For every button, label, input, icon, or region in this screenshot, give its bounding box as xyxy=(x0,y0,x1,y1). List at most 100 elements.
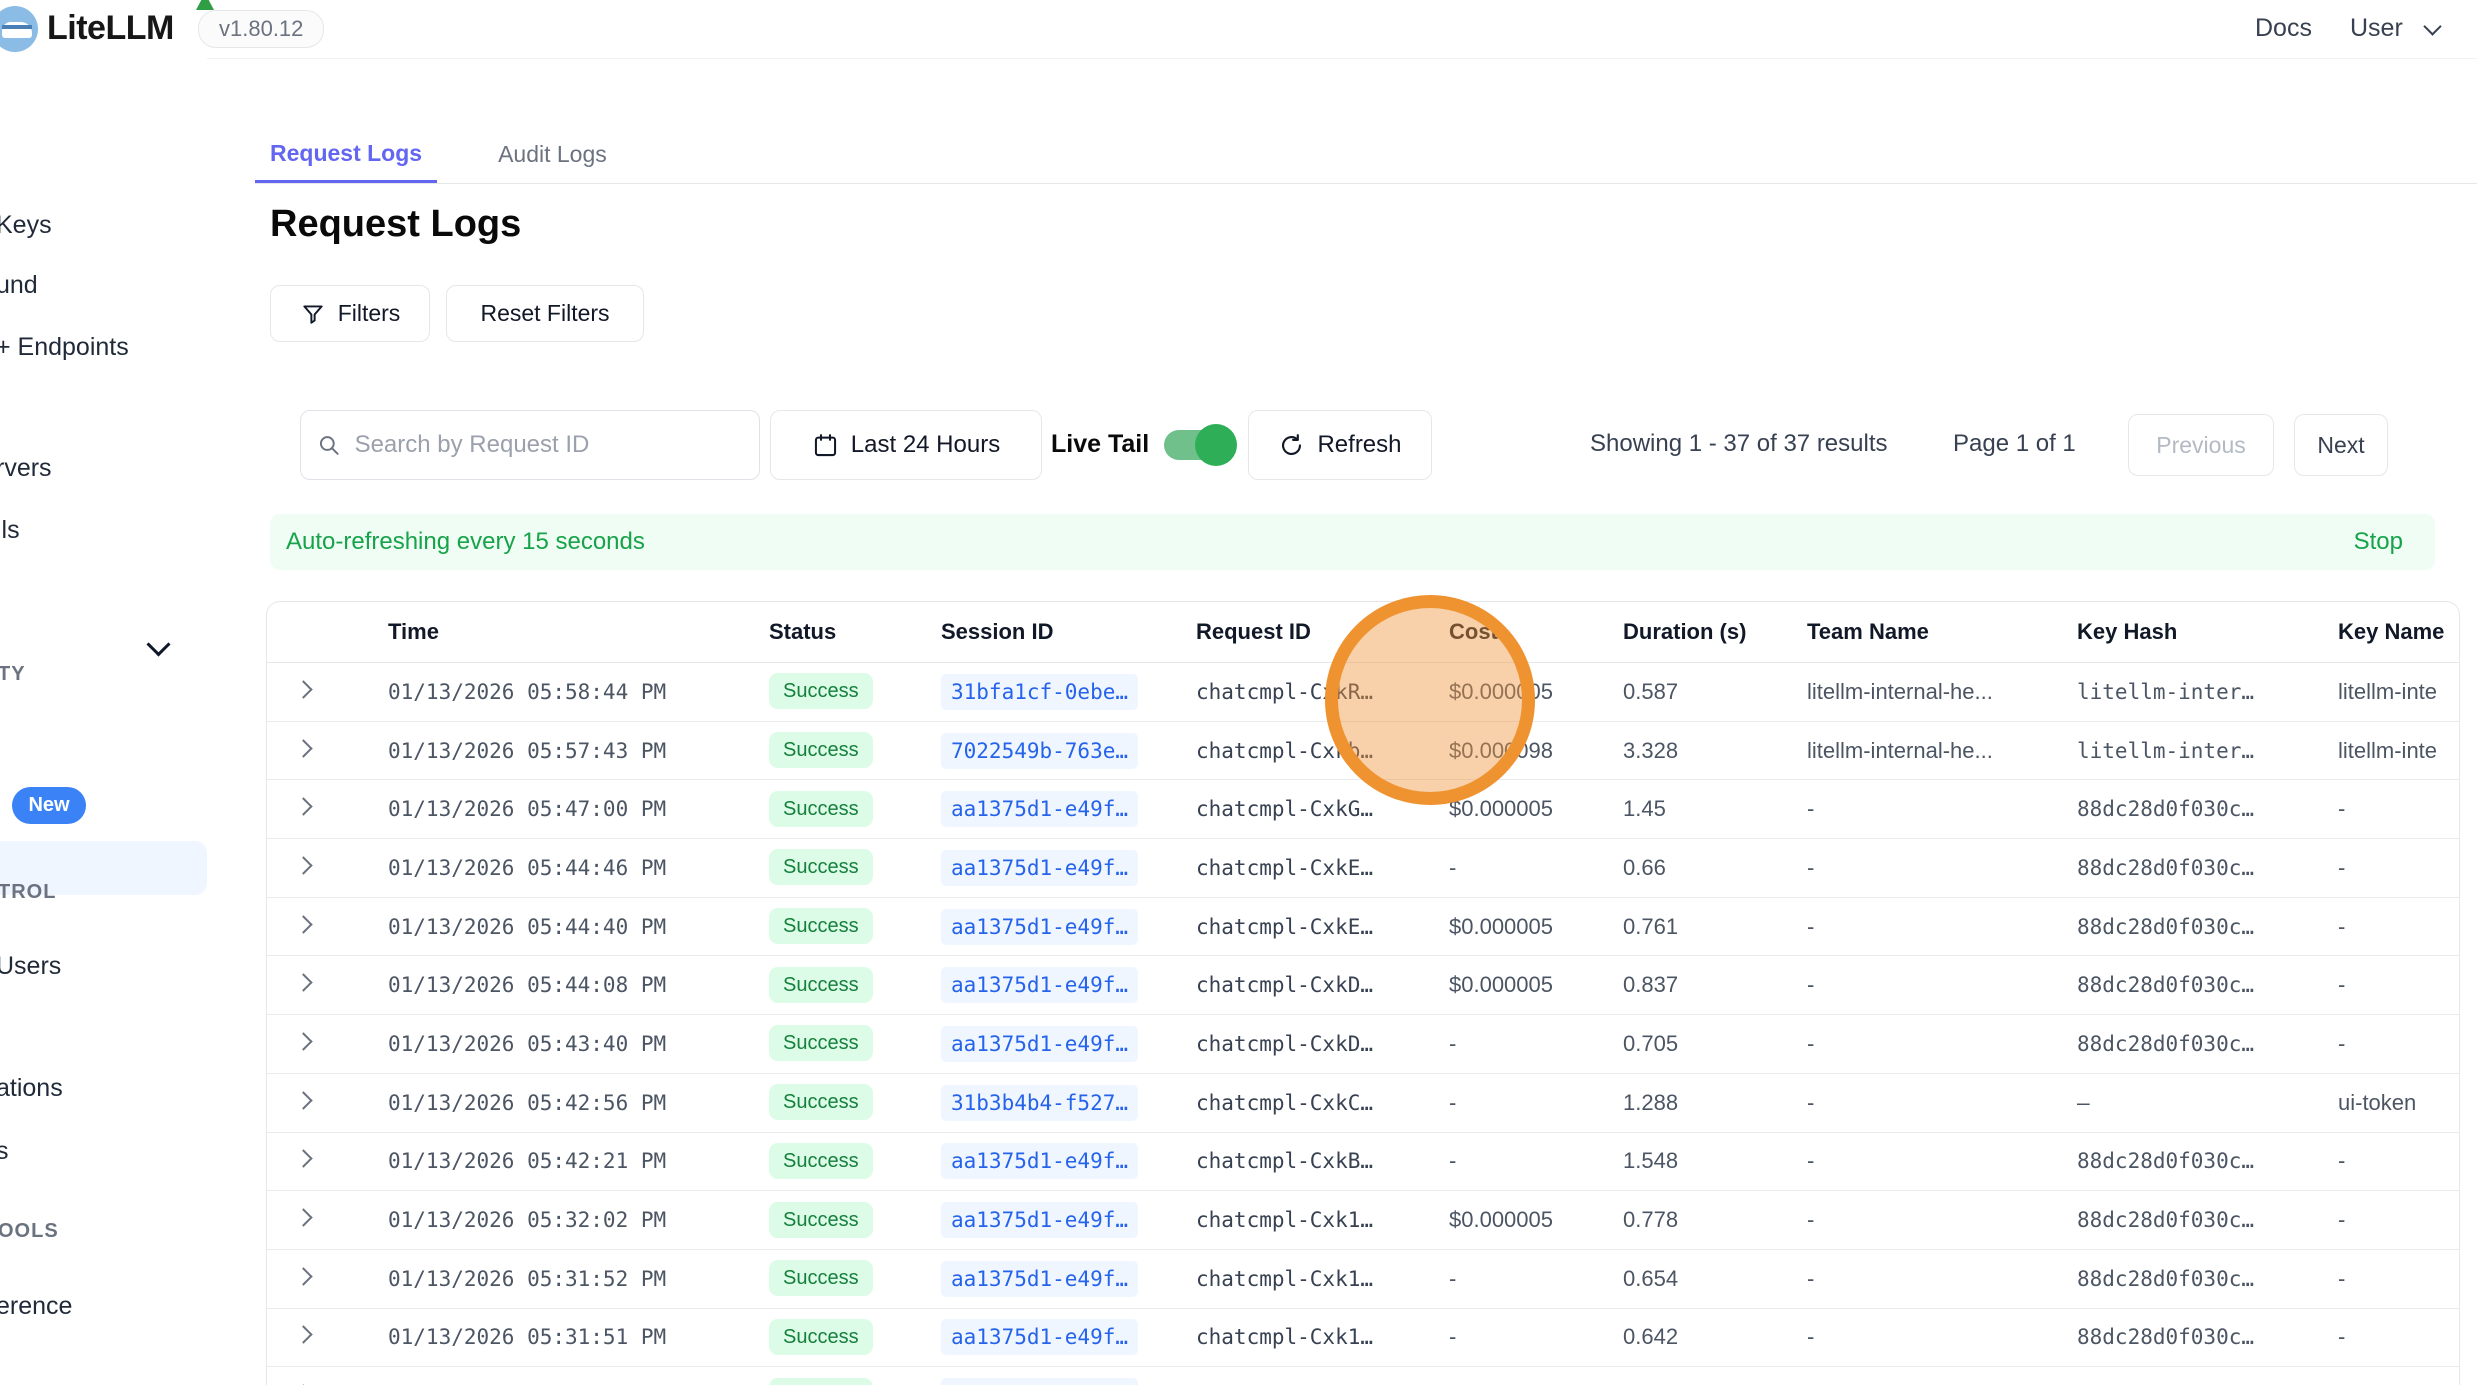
auto-refresh-banner: Auto-refreshing every 15 seconds Stop xyxy=(270,514,2435,570)
sidebar-item-api-reference[interactable]: erence xyxy=(0,1292,72,1321)
next-page-button[interactable]: Next xyxy=(2294,414,2388,476)
cell-cost: - xyxy=(1449,1090,1623,1116)
sidebar-chevron-down-icon[interactable] xyxy=(146,632,170,656)
session-id-link[interactable]: aa1375d1-e49f… xyxy=(941,1202,1138,1238)
header-key-name: Key Name xyxy=(2338,619,2459,645)
cell-key-hash: 88dc28d0f030c… xyxy=(2077,797,2338,821)
cell-key-name: litellm-inte xyxy=(2338,679,2459,705)
header-cost: Cost xyxy=(1449,619,1623,645)
session-id-link[interactable]: aa1375d1-e49f… xyxy=(941,850,1138,886)
cell-cost: $0.000098 xyxy=(1449,738,1623,764)
sidebar-item-internal-users[interactable]: Users xyxy=(0,952,61,981)
cell-request-id: chatcmpl-Cxk1… xyxy=(1196,1325,1449,1349)
status-badge: Success xyxy=(769,1260,873,1296)
expand-row-icon[interactable] xyxy=(294,856,312,874)
user-menu[interactable]: User xyxy=(2350,14,2439,43)
sidebar-item-organizations[interactable]: ations xyxy=(0,1074,63,1103)
cell-duration: 0.642 xyxy=(1623,1324,1807,1350)
session-id-link[interactable]: aa1375d1-e49f… xyxy=(941,1143,1138,1179)
cell-request-id: chatcmpl-CxkE… xyxy=(1196,856,1449,880)
cell-team-name: - xyxy=(1807,855,2077,881)
time-range-label: Last 24 Hours xyxy=(851,431,1000,459)
status-badge: Success xyxy=(769,849,873,885)
tab-audit-logs[interactable]: Audit Logs xyxy=(483,126,622,183)
expand-row-icon[interactable] xyxy=(294,1326,312,1344)
cell-cost: - xyxy=(1449,855,1623,881)
expand-row-icon[interactable] xyxy=(294,680,312,698)
sidebar-item-virtual-keys[interactable]: Keys xyxy=(0,211,52,240)
expand-row-icon[interactable] xyxy=(294,739,312,757)
expand-row-icon[interactable] xyxy=(294,798,312,816)
stop-auto-refresh-button[interactable]: Stop xyxy=(2354,528,2403,556)
table-row[interactable]: 01/13/2026 05:44:40 PM Success aa1375d1-… xyxy=(267,898,2459,957)
cell-time: 01/13/2026 05:44:40 PM xyxy=(388,915,769,939)
table-row[interactable]: 01/13/2026 05:32:02 PM Success aa1375d1-… xyxy=(267,1191,2459,1250)
table-row[interactable]: 01/13/2026 05:31:52 PM Success aa1375d1-… xyxy=(267,1250,2459,1309)
auto-refresh-message: Auto-refreshing every 15 seconds xyxy=(286,528,645,556)
sidebar-item-guardrails[interactable]: ils xyxy=(0,516,20,545)
cell-key-hash: 88dc28d0f030c… xyxy=(2077,973,2338,997)
table-row[interactable]: 01/13/2026 05:44:46 PM Success aa1375d1-… xyxy=(267,839,2459,898)
session-id-link[interactable]: 31bfa1cf-0ebe… xyxy=(941,674,1138,710)
refresh-button[interactable]: Refresh xyxy=(1248,410,1432,480)
cell-cost: $0.000005 xyxy=(1449,1207,1623,1233)
reset-filters-button[interactable]: Reset Filters xyxy=(446,285,644,342)
filters-button[interactable]: Filters xyxy=(270,285,430,342)
docs-link[interactable]: Docs xyxy=(2255,14,2312,43)
expand-row-icon[interactable] xyxy=(294,1208,312,1226)
litellm-logo[interactable] xyxy=(0,6,38,52)
expand-row-icon[interactable] xyxy=(294,915,312,933)
expand-row-icon[interactable] xyxy=(294,974,312,992)
cell-status: Success xyxy=(769,680,941,703)
table-row[interactable]: 01/13/2026 05:42:21 PM Success aa1375d1-… xyxy=(267,1133,2459,1192)
session-id-link[interactable]: aa1375d1-e49f… xyxy=(941,791,1138,827)
cell-session-id: aa1375d1-e49f… xyxy=(941,973,1196,997)
calendar-icon xyxy=(812,432,839,459)
session-id-link[interactable]: aa1375d1-e49f… xyxy=(941,1026,1138,1062)
funnel-icon xyxy=(300,301,326,327)
time-range-button[interactable]: Last 24 Hours xyxy=(770,410,1042,480)
table-row[interactable]: 01/13/2026 05:31:38 PM Success aa1375d1-… xyxy=(267,1367,2459,1385)
search-input[interactable] xyxy=(353,430,743,460)
table-row[interactable]: 01/13/2026 05:47:00 PM Success aa1375d1-… xyxy=(267,780,2459,839)
session-id-link[interactable]: aa1375d1-e49f… xyxy=(941,1319,1138,1355)
cell-time: 01/13/2026 05:31:51 PM xyxy=(388,1325,769,1349)
session-id-link[interactable]: 31b3b4b4-f527… xyxy=(941,1085,1138,1121)
table-row[interactable]: 01/13/2026 05:42:56 PM Success 31b3b4b4-… xyxy=(267,1074,2459,1133)
previous-page-button[interactable]: Previous xyxy=(2128,414,2274,476)
table-row[interactable]: 01/13/2026 05:31:51 PM Success aa1375d1-… xyxy=(267,1309,2459,1368)
expand-row-icon[interactable] xyxy=(294,1267,312,1285)
sidebar-item-models-endpoints[interactable]: + Endpoints xyxy=(0,333,129,362)
tab-request-logs[interactable]: Request Logs xyxy=(255,126,437,183)
live-tail-toggle[interactable] xyxy=(1164,430,1234,460)
session-id-link[interactable]: aa1375d1-e49f… xyxy=(941,967,1138,1003)
session-id-link[interactable]: aa1375d1-e49f… xyxy=(941,909,1138,945)
cell-session-id: aa1375d1-e49f… xyxy=(941,1149,1196,1173)
table-row[interactable]: 01/13/2026 05:43:40 PM Success aa1375d1-… xyxy=(267,1015,2459,1074)
cell-key-name: - xyxy=(2338,855,2459,881)
sidebar-item-mcp-servers[interactable]: rvers xyxy=(0,454,52,483)
expand-row-icon[interactable] xyxy=(294,1091,312,1109)
search-icon xyxy=(317,432,341,458)
request-logs-table: Time Status Session ID Request ID Cost D… xyxy=(266,601,2460,1385)
session-id-link[interactable]: 7022549b-763e… xyxy=(941,733,1138,769)
expand-row-icon[interactable] xyxy=(294,1032,312,1050)
table-row[interactable]: 01/13/2026 05:57:43 PM Success 7022549b-… xyxy=(267,722,2459,781)
session-id-link[interactable]: aa1375d1-e49f… xyxy=(941,1261,1138,1297)
sidebar-item-playground[interactable]: und xyxy=(0,271,38,300)
cell-team-name: - xyxy=(1807,914,2077,940)
cell-request-id: chatcmpl-CxkD… xyxy=(1196,1032,1449,1056)
table-row[interactable]: 01/13/2026 05:58:44 PM Success 31bfa1cf-… xyxy=(267,663,2459,722)
top-navbar: LiteLLM v1.80.12 Docs User xyxy=(0,0,2477,59)
expand-row-icon[interactable] xyxy=(294,1150,312,1168)
table-row[interactable]: 01/13/2026 05:44:08 PM Success aa1375d1-… xyxy=(267,956,2459,1015)
cell-cost: - xyxy=(1449,1148,1623,1174)
sidebar-item-teams[interactable]: s xyxy=(0,1137,9,1166)
cell-key-hash: – xyxy=(2077,1091,2338,1115)
session-id-link[interactable]: aa1375d1-e49f… xyxy=(941,1378,1138,1385)
cell-key-name: - xyxy=(2338,1148,2459,1174)
train-icon xyxy=(2,22,32,38)
status-badge: Success xyxy=(769,1319,873,1355)
cell-time: 01/13/2026 05:58:44 PM xyxy=(388,680,769,704)
cell-request-id: chatcmpl-CxkC… xyxy=(1196,1091,1449,1115)
